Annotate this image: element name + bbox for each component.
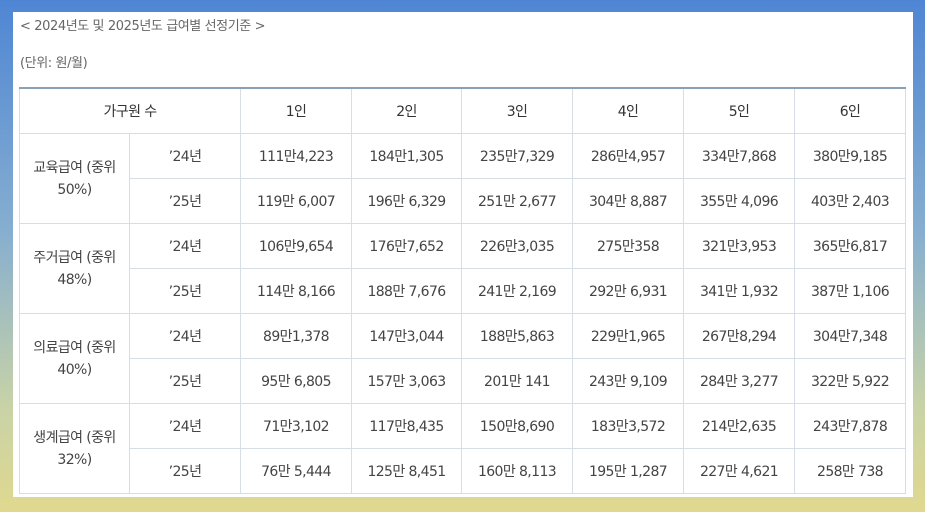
selection-criteria-table: 가구원 수 1인 2인 3인 4인 5인 6인 교육급여 (중위 50%) ’2… — [18, 87, 907, 494]
value-cell: 201만 141 — [461, 358, 574, 404]
year-cell: ’24년 — [128, 403, 242, 449]
column-header: 5인 — [683, 87, 796, 134]
column-header: 4인 — [572, 87, 685, 134]
year-cell: ’25년 — [128, 358, 242, 404]
benefit-category: 교육급여 (중위 50%) — [19, 133, 130, 224]
table-row: 교육급여 (중위 50%) ’24년 111만4,223 184만1,305 2… — [19, 133, 907, 224]
value-cell: 71만3,102 — [240, 403, 353, 449]
value-cell: 95만 6,805 — [240, 358, 353, 404]
value-cell: 119만 6,007 — [240, 178, 353, 224]
value-cell: 321만3,953 — [683, 223, 796, 269]
year-cell: ’25년 — [128, 268, 242, 314]
value-cell: 106만9,654 — [240, 223, 353, 269]
value-cell: 365만6,817 — [794, 223, 907, 269]
benefit-category: 주거급여 (중위 48%) — [19, 223, 130, 314]
value-cell: 286만4,957 — [572, 133, 685, 179]
year-cell: ’24년 — [128, 133, 242, 179]
value-cell: 125만 8,451 — [351, 448, 463, 494]
value-cell: 176만7,652 — [351, 223, 463, 269]
value-cell: 275만358 — [572, 223, 685, 269]
value-cell: 241만 2,169 — [461, 268, 574, 314]
value-cell: 150만8,690 — [461, 403, 574, 449]
table-row: ’25년 119만 6,007 196만 6,329 251만 2,677 30… — [20, 178, 907, 224]
value-cell: 243만 9,109 — [572, 358, 685, 404]
value-cell: 235만7,329 — [461, 133, 574, 179]
unit-note: (단위: 원/월) — [20, 56, 88, 71]
table-row: ’25년 76만 5,444 125만 8,451 160만 8,113 195… — [20, 448, 907, 494]
value-cell: 183만3,572 — [572, 403, 685, 449]
value-cell: 117만8,435 — [351, 403, 463, 449]
year-cell: ’24년 — [128, 223, 242, 269]
table-row: 주거급여 (중위 48%) ’24년 106만9,654 176만7,652 2… — [19, 223, 907, 314]
value-cell: 258만 738 — [794, 448, 907, 494]
table-row: 생계급여 (중위 32%) ’24년 71만3,102 117만8,435 15… — [19, 403, 907, 494]
household-size-header: 가구원 수 — [18, 87, 242, 134]
value-cell: 160만 8,113 — [461, 448, 574, 494]
value-cell: 380만9,185 — [794, 133, 907, 179]
value-cell: 322만 5,922 — [794, 358, 907, 404]
year-cell: ’25년 — [128, 448, 242, 494]
value-cell: 267만8,294 — [683, 313, 796, 359]
value-cell: 226만3,035 — [461, 223, 574, 269]
value-cell: 251만 2,677 — [461, 178, 574, 224]
table-row: ’25년 95만 6,805 157만 3,063 201만 141 243만 … — [20, 358, 907, 404]
value-cell: 403만 2,403 — [794, 178, 907, 224]
content-panel: < 2024년도 및 2025년도 급여별 선정기준 > (단위: 원/월) 가… — [13, 12, 913, 497]
value-cell: 334만7,868 — [683, 133, 796, 179]
value-cell: 184만1,305 — [351, 133, 463, 179]
value-cell: 243만7,878 — [794, 403, 907, 449]
benefit-category: 의료급여 (중위 40%) — [19, 313, 130, 404]
header-row: 가구원 수 1인 2인 3인 4인 5인 6인 — [18, 87, 907, 134]
column-header: 1인 — [240, 87, 353, 134]
table-row: ’25년 114만 8,166 188만 7,676 241만 2,169 29… — [20, 268, 907, 314]
value-cell: 89만1,378 — [240, 313, 353, 359]
value-cell: 229만1,965 — [572, 313, 685, 359]
value-cell: 304만 8,887 — [572, 178, 685, 224]
value-cell: 147만3,044 — [351, 313, 463, 359]
value-cell: 341만 1,932 — [683, 268, 796, 314]
table-row: 의료급여 (중위 40%) ’24년 89만1,378 147만3,044 18… — [19, 313, 907, 404]
value-cell: 292만 6,931 — [572, 268, 685, 314]
value-cell: 196만 6,329 — [351, 178, 463, 224]
value-cell: 214만2,635 — [683, 403, 796, 449]
value-cell: 304만7,348 — [794, 313, 907, 359]
value-cell: 157만 3,063 — [351, 358, 463, 404]
value-cell: 111만4,223 — [240, 133, 353, 179]
benefit-category: 생계급여 (중위 32%) — [19, 403, 130, 494]
column-header: 2인 — [351, 87, 463, 134]
value-cell: 195만 1,287 — [572, 448, 685, 494]
value-cell: 387만 1,106 — [794, 268, 907, 314]
value-cell: 114만 8,166 — [240, 268, 353, 314]
year-cell: ’24년 — [128, 313, 242, 359]
value-cell: 227만 4,621 — [683, 448, 796, 494]
table-title: < 2024년도 및 2025년도 급여별 선정기준 > — [20, 19, 266, 34]
value-cell: 188만 7,676 — [351, 268, 463, 314]
value-cell: 355만 4,096 — [683, 178, 796, 224]
value-cell: 76만 5,444 — [240, 448, 353, 494]
value-cell: 188만5,863 — [461, 313, 574, 359]
year-cell: ’25년 — [128, 178, 242, 224]
column-header: 6인 — [794, 87, 907, 134]
column-header: 3인 — [461, 87, 574, 134]
value-cell: 284만 3,277 — [683, 358, 796, 404]
